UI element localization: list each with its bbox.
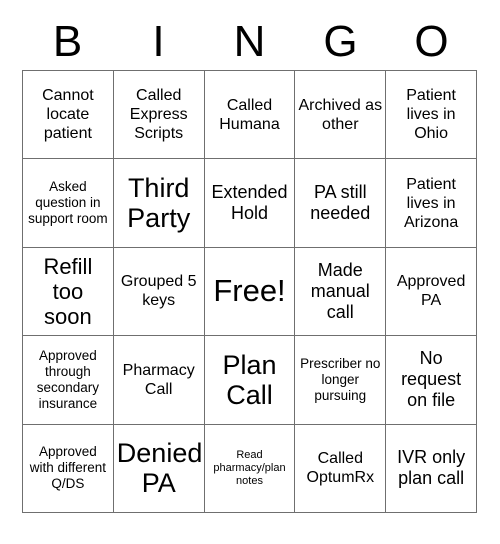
- bingo-cell-r2c1[interactable]: Asked question in support room: [23, 159, 114, 248]
- bingo-header-letter-b: B: [52, 17, 83, 66]
- bingo-cell-label: Approved PA: [396, 273, 466, 310]
- bingo-cell-r5c2[interactable]: Denied PA: [113, 424, 205, 513]
- bingo-cell-r5c4[interactable]: Called OptumRx: [295, 424, 387, 513]
- bingo-cell-label: Patient lives in Arizona: [403, 175, 459, 231]
- bingo-header-letter-g: G: [323, 17, 358, 66]
- bingo-cell-r1c3[interactable]: Called Humana: [204, 71, 296, 160]
- bingo-cell-label: Read pharmacy/plan notes: [213, 448, 286, 487]
- bingo-card: B I N G O Cannot locate patient Called E…: [0, 0, 500, 544]
- bingo-cell-label: Denied PA: [116, 438, 203, 499]
- bingo-cell-label: Called Express Scripts: [129, 87, 188, 143]
- bingo-header-row: B I N G O: [22, 14, 477, 70]
- bingo-cell-r1c2[interactable]: Called Express Scripts: [113, 71, 205, 160]
- bingo-cell-label: Grouped 5 keys: [120, 273, 197, 310]
- bingo-cell-r1c4[interactable]: Archived as other: [295, 71, 387, 160]
- bingo-cell-r5c1[interactable]: Approved with different Q/DS: [23, 424, 114, 513]
- bingo-cell-label: Approved with different Q/DS: [29, 444, 107, 492]
- bingo-cell-r3c4[interactable]: Made manual call: [295, 247, 387, 337]
- bingo-cell-r5c3[interactable]: Read pharmacy/plan notes: [204, 424, 296, 513]
- bingo-cell-r2c4[interactable]: PA still needed: [295, 159, 387, 248]
- bingo-cell-label: Patient lives in Ohio: [406, 87, 456, 143]
- bingo-free-space-label: Free!: [213, 273, 286, 309]
- bingo-cell-label: IVR only plan call: [397, 447, 466, 489]
- bingo-cell-r1c1[interactable]: Cannot locate patient: [23, 71, 114, 160]
- bingo-cell-r2c3[interactable]: Extended Hold: [204, 159, 296, 248]
- bingo-cell-r5c5[interactable]: IVR only plan call: [386, 424, 477, 513]
- bingo-cell-label: Archived as other: [298, 96, 383, 133]
- bingo-cell-r3c2[interactable]: Grouped 5 keys: [113, 247, 205, 337]
- bingo-cell-r4c2[interactable]: Pharmacy Call: [113, 336, 205, 425]
- bingo-cell-r3c5[interactable]: Approved PA: [386, 247, 477, 337]
- bingo-cell-label: Extended Hold: [211, 182, 288, 224]
- bingo-cell-label: Approved through secondary insurance: [36, 347, 100, 411]
- bingo-cell-label: Made manual call: [310, 259, 370, 322]
- bingo-cell-label: Pharmacy Call: [122, 361, 195, 398]
- bingo-cell-r4c1[interactable]: Approved through secondary insurance: [23, 336, 114, 425]
- bingo-cell-label: Called OptumRx: [306, 450, 375, 487]
- bingo-cell-label: Called Humana: [219, 96, 280, 133]
- bingo-cell-label: Cannot locate patient: [42, 87, 94, 143]
- bingo-header-letter-n: N: [233, 17, 266, 66]
- bingo-cell-label: Refill too soon: [43, 253, 93, 329]
- bingo-grid: Cannot locate patient Called Express Scr…: [22, 70, 477, 513]
- bingo-cell-label: Prescriber no longer pursuing: [300, 355, 381, 403]
- bingo-cell-r4c5[interactable]: No request on file: [386, 336, 477, 425]
- bingo-cell-label: No request on file: [401, 348, 462, 411]
- bingo-cell-r3c1[interactable]: Refill too soon: [23, 247, 114, 337]
- bingo-cell-r4c4[interactable]: Prescriber no longer pursuing: [295, 336, 387, 425]
- bingo-header-letter-i: I: [152, 17, 165, 66]
- bingo-cell-label: Asked question in support room: [28, 179, 108, 227]
- bingo-cell-r2c2[interactable]: Third Party: [113, 159, 205, 248]
- bingo-cell-label: PA still needed: [310, 182, 371, 224]
- bingo-cell-r2c5[interactable]: Patient lives in Arizona: [386, 159, 477, 248]
- bingo-cell-free-space[interactable]: Free!: [204, 247, 296, 337]
- bingo-cell-label: Third Party: [127, 173, 191, 234]
- bingo-cell-r4c3[interactable]: Plan Call: [204, 336, 296, 425]
- bingo-header-letter-o: O: [414, 17, 449, 66]
- bingo-cell-label: Plan Call: [222, 349, 277, 410]
- bingo-cell-r1c5[interactable]: Patient lives in Ohio: [386, 71, 477, 160]
